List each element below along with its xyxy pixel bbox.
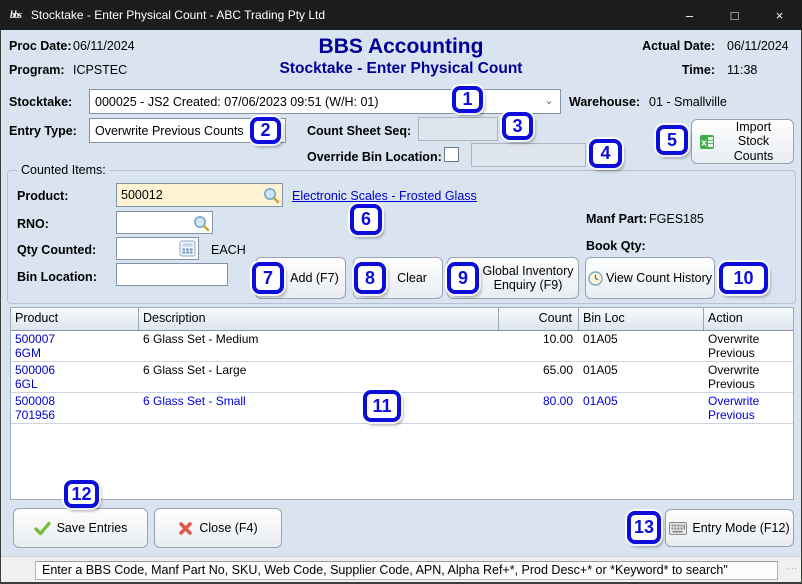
column-header-product: Product	[11, 308, 139, 330]
chevron-down-icon: ⌄	[542, 94, 556, 108]
manf-part-value: FGES185	[649, 212, 704, 226]
clear-button[interactable]: Clear	[353, 257, 443, 299]
excel-icon: x	[699, 134, 715, 150]
column-header-description: Description	[139, 308, 499, 330]
maximize-icon: □	[731, 8, 739, 23]
product-description-link[interactable]: Electronic Scales - Frosted Glass	[292, 189, 477, 203]
maximize-button[interactable]: □	[712, 0, 757, 30]
clear-button-label: Clear	[397, 271, 427, 285]
entry-type-selected-value: Overwrite Previous Counts	[95, 124, 244, 138]
table-row[interactable]: 5000076GM 6 Glass Set - Medium 10.00 01A…	[11, 331, 793, 362]
warehouse-value: 01 - Smallville	[649, 95, 727, 109]
count-sheet-seq-field	[418, 117, 498, 141]
red-x-icon	[178, 521, 193, 536]
minimize-button[interactable]: –	[667, 0, 712, 30]
close-f4-label: Close (F4)	[199, 521, 257, 535]
bin-location-label: Bin Location:	[17, 270, 97, 284]
bin-location-input[interactable]	[116, 263, 228, 286]
time-value: 11:38	[727, 63, 757, 77]
qty-counted-label: Qty Counted:	[17, 243, 96, 257]
rno-input-wrap	[116, 211, 213, 234]
close-f4-button[interactable]: Close (F4)	[154, 508, 282, 548]
app-window: bbs Stocktake - Enter Physical Count - A…	[1, 0, 801, 582]
window-title: Stocktake - Enter Physical Count - ABC T…	[31, 8, 325, 22]
product-input[interactable]	[117, 188, 262, 202]
title-bar: bbs Stocktake - Enter Physical Count - A…	[0, 0, 802, 30]
resize-grip-icon[interactable]: ∙∙∙	[785, 566, 798, 579]
chevron-down-icon: ⌄	[267, 123, 281, 137]
close-button[interactable]: ×	[757, 0, 802, 30]
counted-items-table: Product Description Count Bin Loc Action…	[10, 307, 794, 500]
global-inventory-enquiry-label: Global Inventory Enquiry (F9)	[482, 264, 574, 293]
actual-date-label: Actual Date:	[601, 39, 715, 53]
counted-items-group-label: Counted Items:	[17, 163, 110, 177]
override-bin-checkbox[interactable]	[444, 147, 459, 162]
close-icon: ×	[776, 8, 784, 23]
clock-icon	[588, 271, 603, 286]
rno-input[interactable]	[117, 216, 192, 230]
count-sheet-seq-label: Count Sheet Seq:	[307, 124, 411, 138]
rno-label: RNO:	[17, 217, 49, 231]
product-label: Product:	[17, 189, 68, 203]
override-bin-label: Override Bin Location:	[307, 150, 442, 164]
qty-counted-input-wrap	[116, 237, 199, 260]
stocktake-selected-value: 000025 - JS2 Created: 07/06/2023 09:51 (…	[95, 95, 379, 109]
entry-type-label: Entry Type:	[9, 124, 77, 138]
status-bar: Enter a BBS Code, Manf Part No, SKU, Web…	[1, 556, 801, 582]
bbs-logo-icon: bbs	[10, 10, 21, 21]
time-label: Time:	[601, 63, 715, 77]
entry-mode-label: Entry Mode (F12)	[692, 521, 789, 535]
qty-counted-input[interactable]	[117, 242, 179, 256]
column-header-action: Action	[704, 308, 793, 330]
table-row[interactable]: 5000066GL 6 Glass Set - Large 65.00 01A0…	[11, 362, 793, 393]
uom-label: EACH	[211, 243, 246, 257]
view-count-history-button[interactable]: View Count History	[585, 257, 715, 299]
table-header-row: Product Description Count Bin Loc Action	[11, 308, 793, 331]
add-button-label: Add (F7)	[290, 271, 339, 285]
search-icon[interactable]	[192, 214, 210, 232]
svg-text:x: x	[701, 138, 707, 148]
manf-part-label: Manf Part:	[586, 212, 647, 226]
view-count-history-label: View Count History	[606, 271, 712, 285]
stocktake-label: Stocktake:	[9, 95, 72, 109]
add-button[interactable]: Add (F7)	[255, 257, 346, 299]
actual-date-value: 06/11/2024	[727, 39, 789, 53]
table-row-selected[interactable]: 500008701956 6 Glass Set - Small 80.00 0…	[11, 393, 793, 424]
column-header-binloc: Bin Loc	[579, 308, 704, 330]
warehouse-label: Warehouse:	[569, 95, 640, 109]
global-inventory-enquiry-button[interactable]: Global Inventory Enquiry (F9)	[447, 257, 579, 299]
override-bin-field	[471, 143, 586, 167]
status-hint: Enter a BBS Code, Manf Part No, SKU, Web…	[35, 561, 778, 580]
entry-mode-button[interactable]: Entry Mode (F12)	[665, 509, 794, 547]
book-qty-label: Book Qty:	[586, 239, 646, 253]
column-header-count: Count	[499, 308, 579, 330]
save-entries-button[interactable]: Save Entries	[13, 508, 148, 548]
save-entries-label: Save Entries	[57, 521, 128, 535]
stocktake-select[interactable]: 000025 - JS2 Created: 07/06/2023 09:51 (…	[89, 89, 561, 114]
import-button-label: Import Stock Counts	[721, 120, 787, 163]
calculator-icon[interactable]	[179, 240, 196, 257]
product-input-wrap	[116, 183, 283, 207]
import-stock-counts-button[interactable]: x Import Stock Counts	[691, 119, 794, 164]
minimize-icon: –	[686, 8, 693, 23]
entry-type-select[interactable]: Overwrite Previous Counts ⌄	[89, 118, 286, 143]
check-icon	[34, 521, 51, 536]
keyboard-icon	[669, 522, 687, 535]
search-icon[interactable]	[262, 186, 280, 204]
